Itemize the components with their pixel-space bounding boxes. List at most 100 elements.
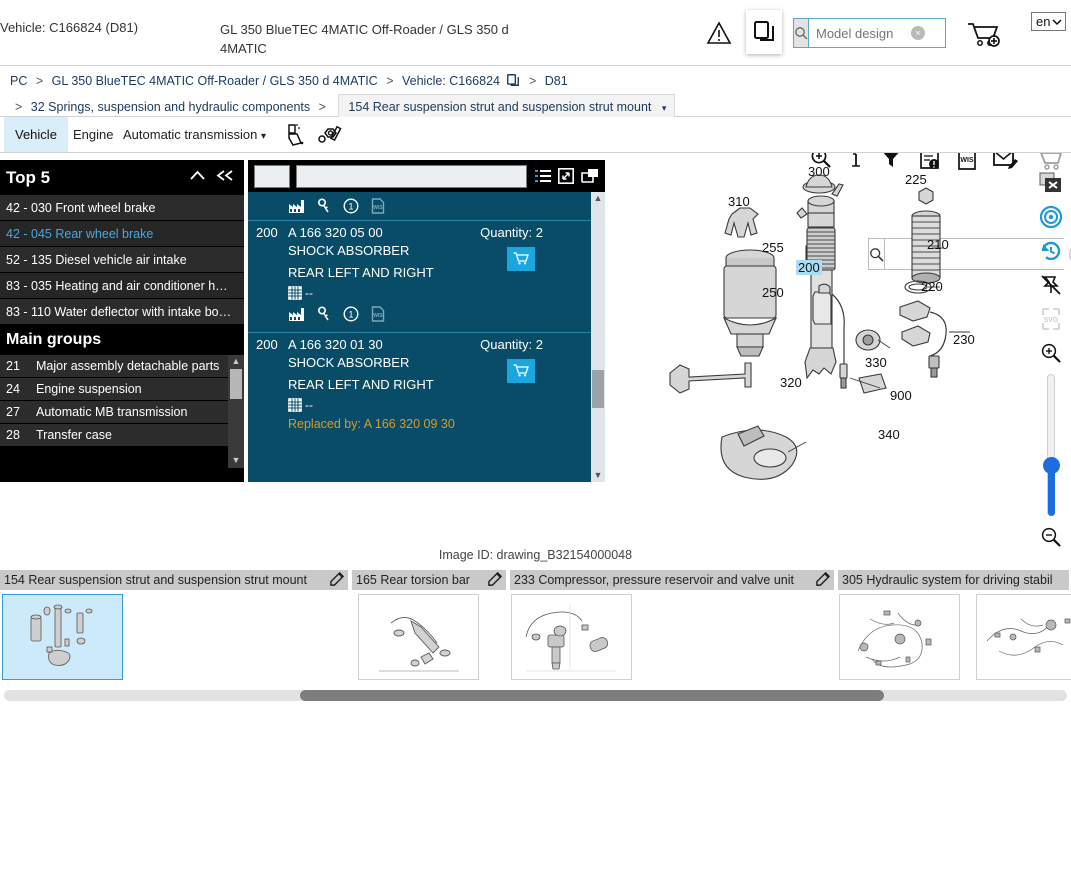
circled-one-icon[interactable]: 1: [343, 198, 359, 214]
part-item[interactable]: 200 A 166 320 01 30 Quantity: 2 SHOCK AB…: [248, 332, 605, 435]
thumbnail-title-label: 165 Rear torsion bar: [356, 573, 470, 587]
circled-one-icon[interactable]: 1: [343, 306, 359, 322]
breadcrumb-item-group[interactable]: 32 Springs, suspension and hydraulic com…: [31, 100, 310, 114]
chevron-up-icon[interactable]: [189, 169, 206, 186]
diagram-callout-340[interactable]: 340: [878, 427, 900, 442]
parts-panel: 1 WIS 200 A 166 320 05 00 Quantity: 2 SH…: [248, 160, 605, 482]
paint-spray-icon[interactable]: [283, 123, 307, 150]
sidebar-item-top5-2[interactable]: 52 - 135 Diesel vehicle air intake: [0, 247, 244, 273]
diagram-callout-230[interactable]: 230: [953, 332, 975, 347]
cart-add-icon[interactable]: [966, 20, 1002, 51]
scroll-down-arrow[interactable]: ▼: [228, 454, 244, 466]
zoom-out-icon[interactable]: [1035, 520, 1067, 554]
thumbnail-image-165[interactable]: [358, 594, 479, 680]
part-grid-row[interactable]: --: [248, 398, 605, 412]
diagram-callout-310[interactable]: 310: [728, 194, 750, 209]
breadcrumb-copy-icon[interactable]: [506, 73, 520, 94]
diagram-callout-320[interactable]: 320: [780, 375, 802, 390]
breadcrumb-item-d81[interactable]: D81: [545, 74, 568, 88]
thumbnail-image-next[interactable]: [976, 594, 1071, 680]
scroll-up-arrow[interactable]: ▲: [591, 192, 605, 204]
key-icon[interactable]: [317, 306, 331, 322]
sidebar-item-maingroup-27[interactable]: 27 Automatic MB transmission: [0, 401, 244, 424]
main-groups-scrollbar[interactable]: ▲ ▼: [228, 355, 244, 468]
breadcrumb-item-pc[interactable]: PC: [10, 74, 27, 88]
part-item[interactable]: 200 A 166 320 05 00 Quantity: 2 SHOCK AB…: [248, 220, 605, 332]
diagram-callout-250[interactable]: 250: [762, 285, 784, 300]
sidebar-item-top5-4[interactable]: 83 - 110 Water deflector with intake bo…: [0, 299, 244, 325]
sidebar-item-top5-1[interactable]: 42 - 045 Rear wheel brake: [0, 221, 244, 247]
factory-icon[interactable]: [288, 307, 305, 322]
wis-document-icon[interactable]: WIS: [371, 306, 385, 322]
thumbnail-cell-next[interactable]: [975, 570, 1071, 680]
bolt-nut-icon[interactable]: [318, 123, 344, 150]
add-to-cart-button[interactable]: [507, 359, 535, 383]
history-reset-icon[interactable]: [1035, 234, 1067, 268]
diagram-callout-330[interactable]: 330: [865, 355, 887, 370]
factory-icon[interactable]: [288, 199, 305, 214]
edit-pencil-icon[interactable]: [324, 571, 345, 589]
list-view-icon[interactable]: [535, 169, 551, 183]
thumbnail-image-154[interactable]: [2, 594, 123, 680]
scrollbar-thumb[interactable]: [300, 690, 884, 701]
scrollbar-thumb[interactable]: [230, 369, 242, 399]
close-window-icon[interactable]: [1035, 166, 1067, 200]
target-focus-icon[interactable]: [1035, 200, 1067, 234]
scrollbar-thumb[interactable]: [592, 370, 604, 408]
scroll-down-arrow[interactable]: ▼: [591, 469, 605, 481]
parts-list-scrollbar[interactable]: ▲ ▼: [591, 192, 605, 482]
expand-icon[interactable]: [558, 168, 574, 184]
warning-triangle-icon[interactable]: [706, 21, 732, 45]
tab-vehicle[interactable]: Vehicle: [4, 117, 68, 152]
thumbnail-cell-165[interactable]: 165 Rear torsion bar: [352, 570, 508, 680]
add-to-cart-button[interactable]: [507, 247, 535, 271]
parts-diagram[interactable]: 300 310 225 255 210 200 250 220 230 330 …: [610, 160, 1040, 490]
part-grid-row[interactable]: --: [248, 286, 605, 300]
breadcrumb-chip-label: 154 Rear suspension strut and suspension…: [348, 100, 652, 114]
diagram-callout-300[interactable]: 300: [808, 164, 830, 179]
diagram-callout-210[interactable]: 210: [927, 237, 949, 252]
thumbnail-title[interactable]: 154 Rear suspension strut and suspension…: [0, 570, 350, 590]
model-design-search[interactable]: ×: [793, 18, 994, 48]
table-grid-icon[interactable]: [288, 286, 302, 300]
table-grid-icon[interactable]: [288, 398, 302, 412]
breadcrumb-item-vehicle[interactable]: Vehicle: C166824: [402, 74, 500, 88]
thumbnail-image-233[interactable]: [511, 594, 632, 680]
diagram-callout-225[interactable]: 225: [905, 172, 927, 187]
parts-filter-text-input[interactable]: [296, 164, 527, 188]
thumbnail-title[interactable]: 233 Compressor, pressure reservoir and v…: [510, 570, 836, 590]
copy-button[interactable]: [746, 10, 782, 54]
thumbnail-cell-154[interactable]: 154 Rear suspension strut and suspension…: [0, 570, 350, 680]
model-search-clear-badge[interactable]: ×: [911, 26, 925, 40]
key-icon[interactable]: [317, 198, 331, 214]
thumbnail-strip-scrollbar[interactable]: [4, 690, 1067, 701]
diagram-callout-255[interactable]: 255: [762, 240, 784, 255]
diagram-callout-220[interactable]: 220: [921, 279, 943, 294]
svg-export-icon[interactable]: SVG: [1035, 302, 1067, 336]
thumbnail-cell-233[interactable]: 233 Compressor, pressure reservoir and v…: [510, 570, 836, 680]
edit-pencil-icon[interactable]: [810, 571, 831, 589]
edit-pencil-icon[interactable]: [482, 571, 503, 589]
pin-off-icon[interactable]: [1035, 268, 1067, 302]
thumbnail-title[interactable]: 165 Rear torsion bar: [352, 570, 508, 590]
zoom-slider-knob[interactable]: [1043, 457, 1060, 474]
zoom-slider[interactable]: [1035, 370, 1067, 520]
parts-filter-pos-input[interactable]: [254, 164, 290, 188]
diagram-callout-200[interactable]: 200: [796, 260, 822, 275]
detach-window-icon[interactable]: [581, 168, 599, 184]
thumbnail-image-305[interactable]: [839, 594, 960, 680]
scroll-up-arrow[interactable]: ▲: [228, 355, 244, 367]
sidebar-item-top5-0[interactable]: 42 - 030 Front wheel brake: [0, 195, 244, 221]
language-selector[interactable]: en: [1031, 12, 1067, 31]
sidebar-item-top5-3[interactable]: 83 - 035 Heating and air conditioner h…: [0, 273, 244, 299]
sidebar-item-maingroup-24[interactable]: 24 Engine suspension: [0, 378, 244, 401]
tab-automatic-transmission[interactable]: Automatic transmission ▾: [112, 117, 277, 152]
zoom-in-icon[interactable]: [1035, 336, 1067, 370]
sidebar-item-maingroup-28[interactable]: 28 Transfer case: [0, 424, 244, 447]
chevron-double-left-icon[interactable]: [216, 169, 234, 186]
search-icon[interactable]: [794, 19, 809, 47]
sidebar-item-maingroup-21[interactable]: 21 Major assembly detachable parts: [0, 355, 244, 378]
breadcrumb-item-model[interactable]: GL 350 BlueTEC 4MATIC Off-Roader / GLS 3…: [52, 74, 378, 88]
diagram-callout-900[interactable]: 900: [890, 388, 912, 403]
wis-document-icon[interactable]: WIS: [371, 198, 385, 214]
